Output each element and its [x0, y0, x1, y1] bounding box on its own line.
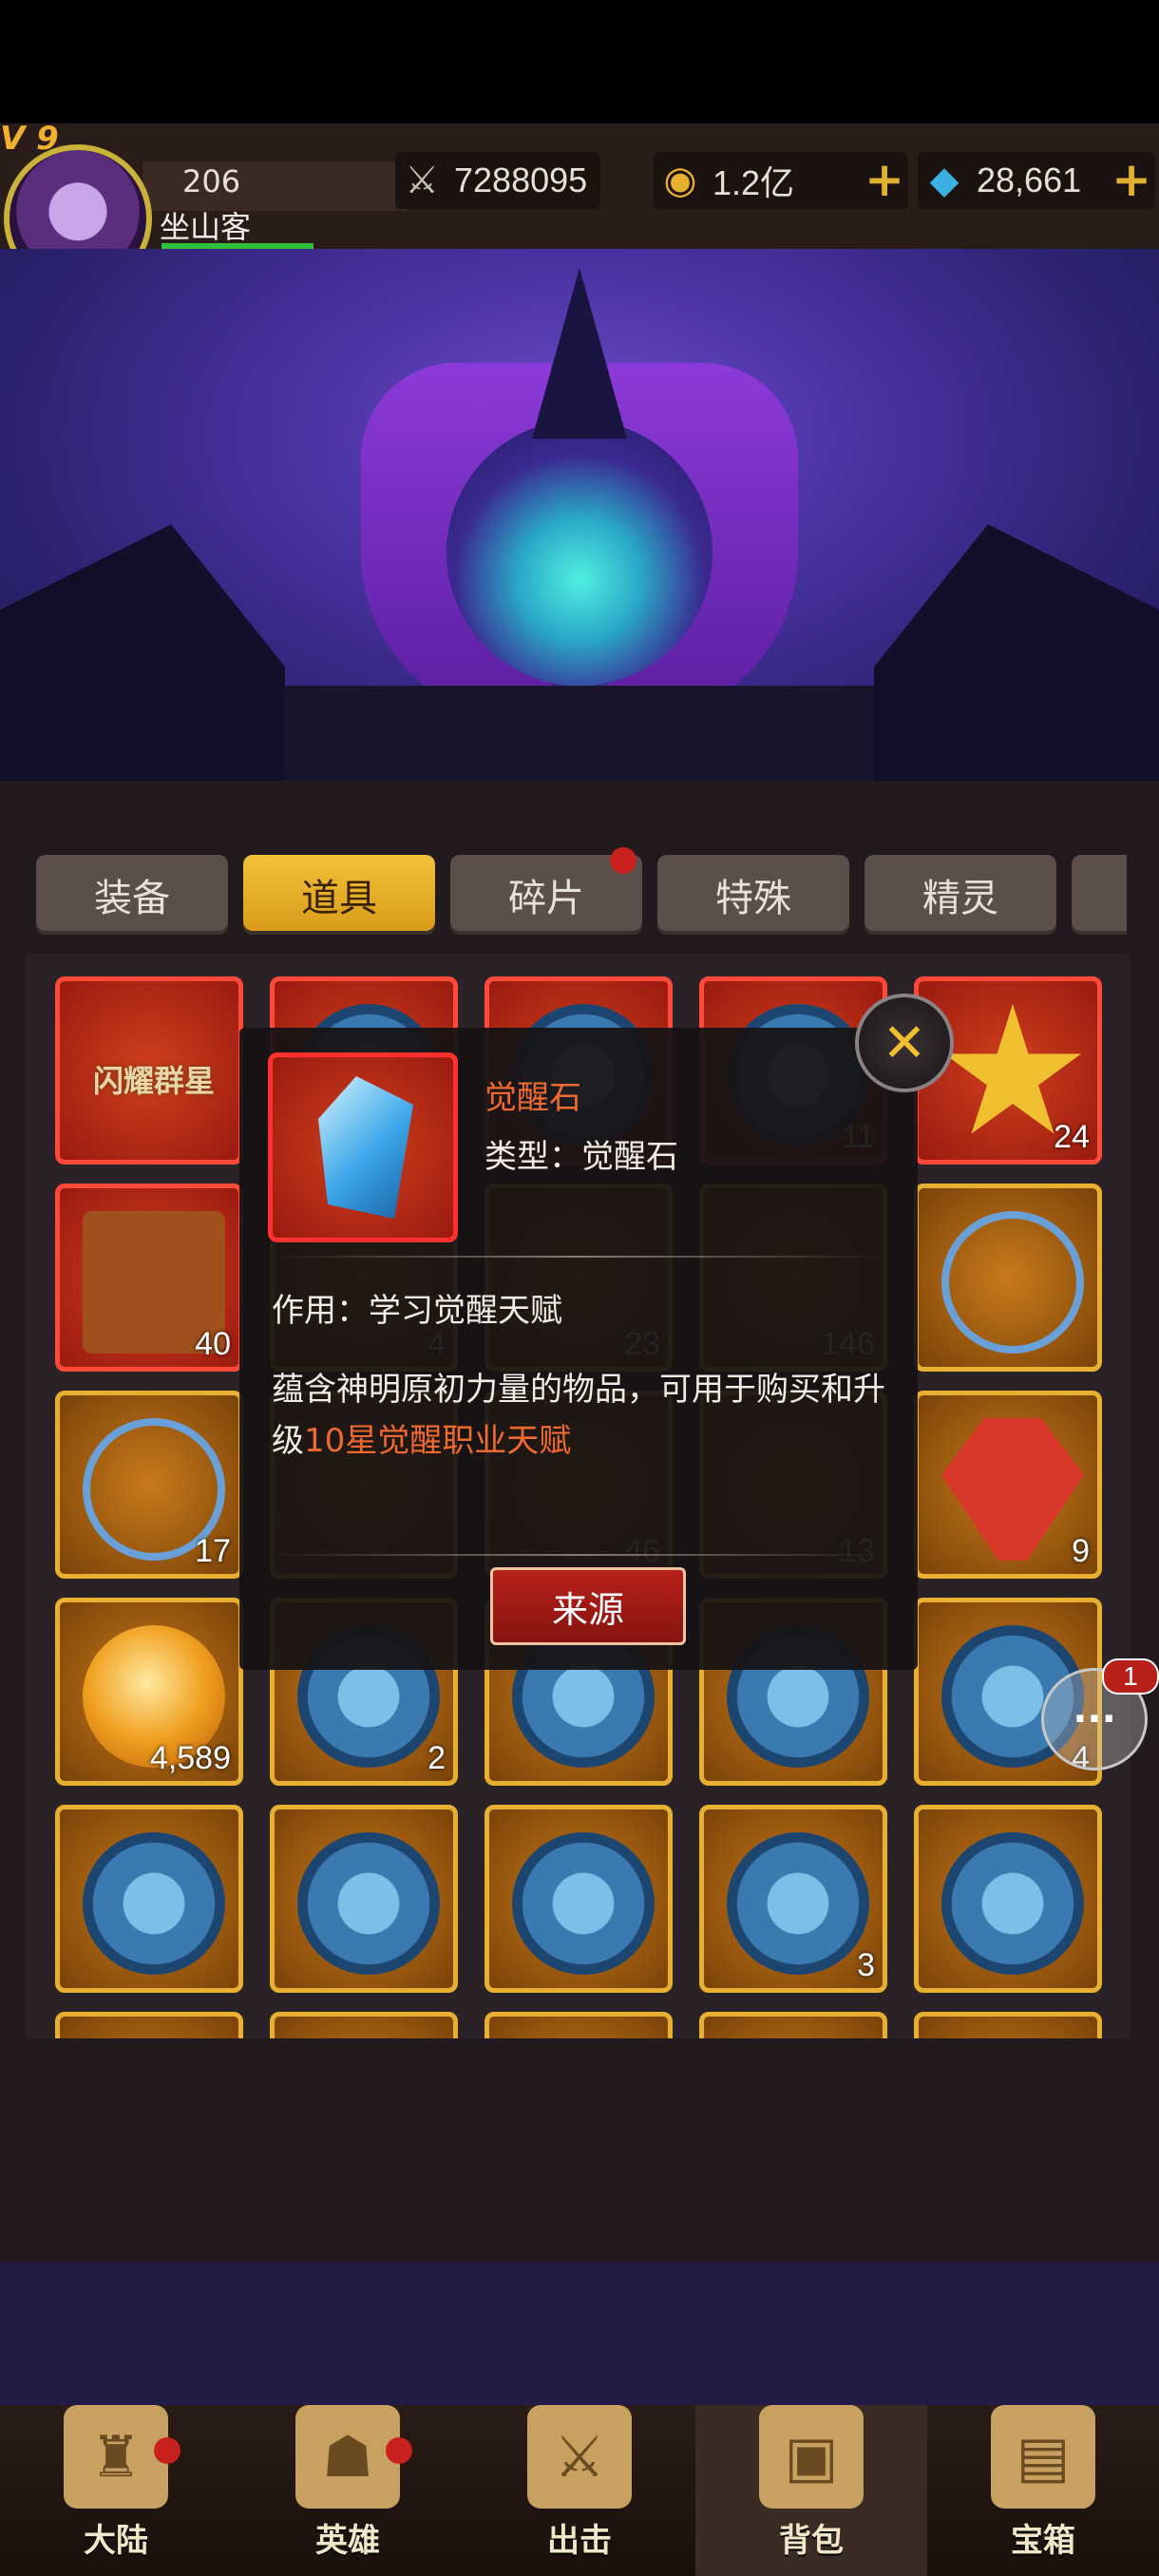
banner-decoration-right — [874, 524, 1159, 781]
banner-decoration-left — [0, 524, 285, 781]
nav-backpack[interactable]: ▣ 背包 — [695, 2405, 927, 2576]
item-count: 24 — [1054, 1119, 1090, 1155]
backpack-icon: ▣ — [759, 2405, 864, 2509]
status-bar-area — [0, 0, 1159, 123]
item-slot[interactable]: 3 — [699, 1805, 887, 1993]
crossed-swords-icon: ⚔ — [405, 159, 439, 202]
notification-dot — [610, 847, 636, 874]
item-count: 3 — [857, 1947, 875, 1983]
power-value: 7288095 — [454, 161, 588, 199]
item-slot[interactable]: 闪耀群星 — [55, 976, 243, 1165]
item-slot[interactable] — [914, 1805, 1102, 1993]
item-slot[interactable]: 9 — [914, 1391, 1102, 1579]
notification-dot — [386, 2437, 412, 2464]
item-count: 2 — [428, 1740, 446, 1776]
crystal-shape — [318, 1076, 413, 1219]
flame-rune-icon — [941, 1832, 1084, 1975]
castle-icon: ♜ — [64, 2405, 168, 2509]
item-label: 闪耀群星 — [92, 1063, 215, 1099]
hood-rune-icon — [83, 1832, 225, 1975]
item-slot[interactable] — [484, 1805, 673, 1993]
item-slot[interactable] — [914, 2012, 1102, 2038]
lower-background — [0, 2263, 1159, 2405]
tab-label: 精灵 — [922, 877, 998, 920]
tooltip-item-use: 作用：学习觉醒天赋 — [272, 1292, 562, 1330]
nav-label: 出击 — [547, 2522, 612, 2560]
divider — [272, 1554, 885, 1556]
red-gem-icon — [941, 1418, 1084, 1561]
nav-battle[interactable]: ⚔ 出击 — [464, 2405, 695, 2576]
banner-orb — [446, 420, 712, 686]
item-slot[interactable] — [55, 1805, 243, 1993]
source-button[interactable]: 来源 — [490, 1567, 686, 1645]
tooltip-item-name: 觉醒石 — [484, 1079, 581, 1117]
item-slot[interactable] — [484, 2012, 673, 2038]
helmet-icon: ☗ — [295, 2405, 400, 2509]
gem-display: ◆ 28,661 + — [918, 152, 1155, 209]
tab-label: 特殊 — [715, 877, 791, 920]
notification-dot — [154, 2437, 180, 2464]
item-slot[interactable] — [270, 2012, 458, 2038]
gem-value: 28,661 — [977, 161, 1082, 199]
item-slot[interactable]: 4,589 — [55, 1598, 243, 1786]
description-highlight: 10星觉醒职业天赋 — [304, 1422, 572, 1460]
banner-spire — [532, 268, 627, 439]
tab-spirits[interactable]: 精灵 — [864, 855, 1056, 935]
chat-badge: 1 — [1102, 1658, 1159, 1695]
tab-label: 装备 — [94, 877, 170, 920]
tab-more[interactable] — [1072, 855, 1127, 935]
item-slot[interactable] — [270, 1805, 458, 1993]
tab-items[interactable]: 道具 — [243, 855, 435, 935]
tab-special[interactable]: 特殊 — [657, 855, 849, 935]
player-name: 坐山客 — [160, 209, 252, 245]
hand-rune-icon — [512, 1832, 655, 1975]
nav-label: 大陆 — [84, 2522, 148, 2560]
item-count: 9 — [1072, 1533, 1090, 1569]
nav-label: 英雄 — [315, 2522, 380, 2560]
player-level: 206 — [182, 163, 241, 199]
treasure-chest-icon: ▤ — [991, 2405, 1095, 2509]
banner-artwork — [0, 249, 1159, 781]
tab-fragments[interactable]: 碎片 — [450, 847, 642, 935]
book-rune-icon — [297, 1832, 440, 1975]
crossed-swords-icon: ⚔ — [527, 2405, 632, 2509]
item-slot[interactable] — [914, 1184, 1102, 1372]
nav-label: 背包 — [779, 2522, 844, 2560]
banner-arch — [285, 686, 874, 781]
item-slot[interactable] — [55, 2012, 243, 2038]
nav-continent[interactable]: ♜ 大陆 — [0, 2405, 232, 2576]
tab-equipment[interactable]: 装备 — [36, 855, 228, 935]
add-gold-button[interactable]: + — [864, 154, 904, 205]
item-count: 40 — [195, 1326, 231, 1362]
item-slot[interactable]: 40 — [55, 1184, 243, 1372]
item-count: 17 — [195, 1533, 231, 1569]
gold-coin-icon: ◉ — [663, 159, 697, 202]
awakening-stone-icon — [268, 1052, 458, 1242]
wings-rune-icon — [727, 1832, 869, 1975]
gold-display: ◉ 1.2亿 + — [654, 152, 908, 209]
ring-icon — [941, 1211, 1084, 1354]
close-icon[interactable]: ✕ — [855, 994, 954, 1092]
tooltip-description: 蕴含神明原初力量的物品，可用于购买和升级10星觉醒职业天赋 — [272, 1364, 899, 1467]
divider — [272, 1256, 885, 1258]
add-gem-button[interactable]: + — [1112, 154, 1151, 205]
nav-chest[interactable]: ▤ 宝箱 — [927, 2405, 1159, 2576]
gem-icon: ◆ — [929, 159, 960, 202]
nav-heroes[interactable]: ☗ 英雄 — [232, 2405, 464, 2576]
nav-label: 宝箱 — [1011, 2522, 1075, 2560]
power-display: ⚔ 7288095 — [395, 152, 600, 209]
item-count: 4,589 — [149, 1740, 231, 1776]
item-slot[interactable]: 17 — [55, 1391, 243, 1579]
tab-label: 碎片 — [508, 877, 584, 920]
tooltip-item-type: 类型：觉醒石 — [484, 1138, 678, 1176]
gold-value: 1.2亿 — [712, 163, 795, 202]
tab-label: 道具 — [301, 877, 377, 920]
item-slot[interactable] — [699, 2012, 887, 2038]
